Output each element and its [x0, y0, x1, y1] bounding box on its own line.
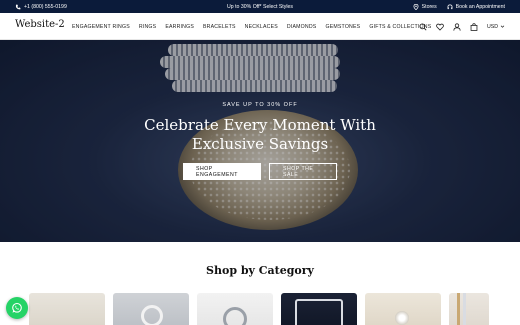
hero-title-line-1: Celebrate Every Moment With [144, 116, 376, 134]
category-card[interactable] [113, 293, 189, 325]
shopping-bag-icon[interactable] [470, 22, 478, 31]
top-announcement-bar: +1 (800) 555-0199 Up to 30% Off* Select … [0, 0, 520, 13]
nav-diamonds[interactable]: DIAMONDS [287, 24, 317, 30]
nav-bracelets[interactable]: BRACELETS [203, 24, 236, 30]
nav-engagement-rings[interactable]: ENGAGEMENT RINGS [72, 24, 130, 30]
site-header: Website-2 ENGAGEMENT RINGS RINGS EARRING… [0, 13, 520, 40]
stores-link[interactable]: Stores [413, 3, 437, 10]
category-card[interactable] [449, 293, 489, 325]
chevron-down-icon [500, 25, 505, 28]
category-card[interactable] [281, 293, 357, 325]
main-nav: ENGAGEMENT RINGS RINGS EARRINGS BRACELET… [72, 13, 431, 40]
shop-engagement-button[interactable]: SHOP ENGAGEMENT [183, 163, 261, 180]
appointment-label: Book an Appointment [455, 3, 505, 10]
user-icon[interactable] [453, 22, 461, 31]
headset-icon [447, 4, 453, 9]
category-section-title: Shop by Category [206, 264, 314, 277]
whatsapp-icon [12, 302, 22, 313]
nav-earrings[interactable]: EARRINGS [165, 24, 194, 30]
nav-gemstones[interactable]: GEMSTONES [325, 24, 360, 30]
shop-the-sale-button[interactable]: SHOP THE SALE [269, 163, 337, 180]
hero-title: Celebrate Every Moment With Exclusive Sa… [0, 116, 520, 154]
search-icon[interactable] [419, 23, 427, 31]
category-card[interactable] [197, 293, 273, 325]
currency-selector[interactable]: USD [487, 24, 505, 30]
heart-icon[interactable] [436, 23, 444, 31]
appointment-link[interactable]: Book an Appointment [447, 4, 505, 10]
site-logo[interactable]: Website-2 [15, 19, 65, 30]
category-card[interactable] [365, 293, 441, 325]
nav-rings[interactable]: RINGS [139, 24, 156, 30]
hero-kicker: SAVE UP TO 30% OFF [222, 102, 298, 108]
nav-necklaces[interactable]: NECKLACES [245, 24, 278, 30]
whatsapp-chat-button[interactable] [6, 297, 28, 319]
hero-banner: SAVE UP TO 30% OFF Celebrate Every Momen… [0, 40, 520, 242]
stores-label: Stores [421, 3, 437, 10]
category-carousel [29, 293, 489, 325]
category-card[interactable] [29, 293, 105, 325]
location-pin-icon [413, 3, 419, 10]
hero-title-line-2: Exclusive Savings [191, 135, 329, 153]
currency-label: USD [487, 23, 498, 30]
